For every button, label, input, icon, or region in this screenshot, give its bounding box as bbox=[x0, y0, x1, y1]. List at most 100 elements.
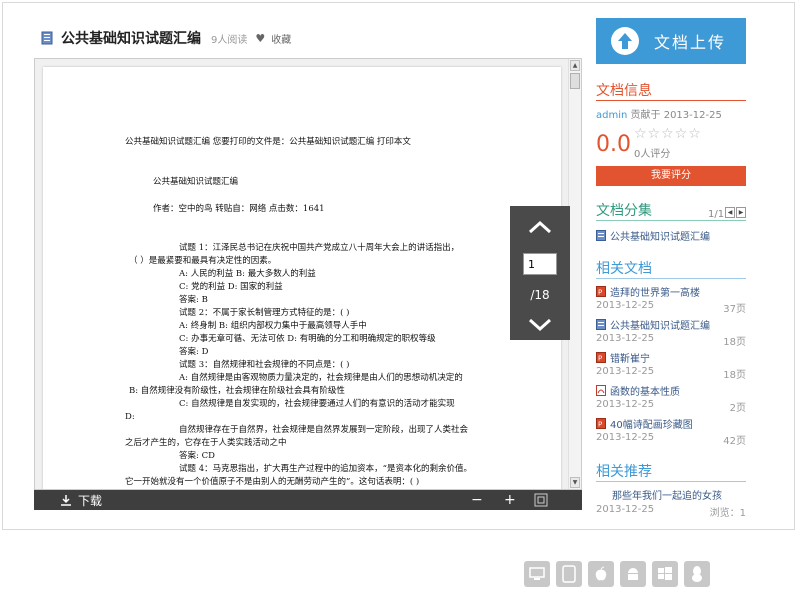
page-line: 试题 3：自然规律和社会规律的不同点是：( ) bbox=[179, 360, 350, 370]
ppt-icon: P bbox=[596, 352, 606, 363]
platform-icons bbox=[524, 561, 710, 587]
related-item[interactable]: P 造拜的世界第一高楼 bbox=[596, 284, 700, 299]
related-item-title: 错靳崔宁 bbox=[610, 354, 650, 365]
ppt-icon: P bbox=[596, 286, 606, 297]
related-item-title: 40幅诗配画珍藏图 bbox=[610, 420, 693, 431]
collection-item-label: 公共基础知识试题汇编 bbox=[610, 232, 710, 243]
page-line: C: 自然规律是自发实现的，社会规律要通过人们的有意识的活动才能实现 bbox=[179, 399, 455, 409]
zoom-in-button[interactable]: + bbox=[504, 490, 516, 510]
related-item-pages: 42页 bbox=[723, 436, 746, 447]
related-item-title: 函数的基本性质 bbox=[610, 387, 680, 398]
upload-label: 文档上传 bbox=[654, 33, 727, 52]
svg-text:P: P bbox=[598, 355, 602, 363]
page-line: 公共基础知识试题汇编 您要打印的文件是：公共基础知识试题汇编 打印本文 bbox=[125, 137, 411, 147]
page-line: A: 自然规律是由客观物质力量决定的，社会规律是由人们的思想动机决定的 bbox=[179, 373, 463, 383]
svg-text:P: P bbox=[598, 289, 602, 297]
related-item-date: 2013-12-25 bbox=[596, 333, 655, 344]
page-navigator: /18 bbox=[510, 206, 570, 340]
fullscreen-icon[interactable] bbox=[534, 493, 548, 507]
related-item-date: 2013-12-25 bbox=[596, 366, 655, 377]
document-meta: admin 贡献于 2013-12-25 bbox=[596, 106, 722, 121]
page-line: A: 人民的利益 B: 最大多数人的利益 bbox=[179, 269, 316, 279]
related-item-pages: 18页 bbox=[723, 370, 746, 381]
related-item[interactable]: 函数的基本性质 bbox=[596, 383, 680, 398]
page-line: 试题 1：江泽民总书记在庆祝中国共产党成立八十周年大会上的讲话指出， bbox=[179, 243, 460, 253]
page-line: 试题 2：不属于家长制管理方式特征的是：( ) bbox=[179, 308, 350, 318]
svg-text:P: P bbox=[598, 421, 602, 429]
scroll-thumb[interactable] bbox=[570, 73, 580, 89]
page-line: 试题 4：马克思指出，扩大再生产过程中的追加资本，“是资本化的剩余价值。 bbox=[179, 464, 472, 474]
related-item-title: 公共基础知识试题汇编 bbox=[610, 321, 710, 332]
prev-arrow-icon[interactable]: ◀ bbox=[725, 207, 735, 218]
viewer-toolbar: 下载 − + bbox=[34, 490, 582, 510]
page-line: 答案: D bbox=[179, 347, 209, 357]
apple-icon[interactable] bbox=[588, 561, 614, 587]
zoom-out-button[interactable]: − bbox=[471, 490, 483, 510]
related-item-pages: 2页 bbox=[729, 403, 746, 414]
collection-title: 文档分集 bbox=[596, 203, 652, 219]
read-count: 9人阅读 bbox=[211, 34, 248, 46]
previous-page-button[interactable] bbox=[510, 208, 570, 246]
favorite-link[interactable]: 收藏 bbox=[271, 31, 291, 46]
related-item-date: 2013-12-25 bbox=[596, 300, 655, 311]
related-item-pages: 18页 bbox=[723, 337, 746, 348]
next-arrow-icon[interactable]: ▶ bbox=[736, 207, 746, 218]
document-icon bbox=[596, 319, 606, 330]
document-page: 公共基础知识试题汇编 您要打印的文件是：公共基础知识试题汇编 打印本文 公共基础… bbox=[43, 67, 561, 489]
page-line: A: 终身制 B: 组织内部权力集中于最高领导人手中 bbox=[179, 321, 367, 331]
scroll-down-button[interactable]: ▼ bbox=[570, 477, 580, 488]
recommend-item[interactable]: 那些年我们一起追的女孩 bbox=[612, 487, 722, 502]
page-line: 之后才产生的，它存在于人类实践活动之中 bbox=[125, 438, 287, 448]
document-icon bbox=[41, 31, 53, 45]
desktop-icon[interactable] bbox=[524, 561, 550, 587]
page-number-input[interactable] bbox=[523, 253, 557, 275]
document-header: 公共基础知识试题汇编 9人阅读 ♥ 收藏 bbox=[41, 26, 291, 50]
divider bbox=[596, 481, 746, 482]
rate-button[interactable]: 我要评分 bbox=[596, 166, 746, 186]
upload-button[interactable]: 文档上传 bbox=[596, 18, 746, 64]
collection-pages: 1/1 bbox=[708, 209, 725, 220]
rating-stars[interactable]: ☆☆☆☆☆ bbox=[634, 126, 702, 142]
related-item[interactable]: P 错靳崔宁 bbox=[596, 350, 650, 365]
page-line: D: bbox=[125, 412, 135, 422]
chevron-up-icon bbox=[528, 220, 552, 234]
related-item-pages: 37页 bbox=[723, 304, 746, 315]
score-value: 0.0 bbox=[596, 132, 631, 157]
collection-item[interactable]: 公共基础知识试题汇编 bbox=[596, 228, 710, 243]
collection-nav: ◀ ▶ bbox=[725, 207, 746, 218]
page-line: C: 党的利益 D: 国家的利益 bbox=[179, 282, 283, 292]
recommend-date: 2013-12-25 bbox=[596, 504, 655, 515]
related-item-date: 2013-12-25 bbox=[596, 432, 655, 443]
chevron-down-icon bbox=[528, 318, 552, 332]
tablet-icon[interactable] bbox=[556, 561, 582, 587]
related-item-title: 造拜的世界第一高楼 bbox=[610, 288, 700, 299]
page-line: 答案: CD bbox=[179, 451, 215, 461]
heart-icon[interactable]: ♥ bbox=[255, 32, 265, 45]
page-line: 作者：空中的鸟 转贴自：网络 点击数：1641 bbox=[153, 204, 325, 214]
related-item[interactable]: 公共基础知识试题汇编 bbox=[596, 317, 710, 332]
document-viewer[interactable]: 公共基础知识试题汇编 您要打印的文件是：公共基础知识试题汇编 打印本文 公共基础… bbox=[34, 58, 582, 490]
ppt-icon: P bbox=[596, 418, 606, 429]
divider bbox=[596, 278, 746, 279]
pdf-icon bbox=[596, 385, 606, 396]
next-page-button[interactable] bbox=[510, 306, 570, 344]
recommend-item-title: 那些年我们一起追的女孩 bbox=[612, 491, 722, 502]
page-line: 它一开始就没有一个价值原子不是由别人的无酬劳动产生的”。这句话表明：( ) bbox=[125, 477, 420, 487]
download-button[interactable]: 下载 bbox=[60, 490, 102, 510]
linux-icon[interactable] bbox=[684, 561, 710, 587]
page-total: /18 bbox=[530, 288, 550, 302]
android-icon[interactable] bbox=[620, 561, 646, 587]
download-icon bbox=[61, 495, 71, 506]
related-item[interactable]: P 40幅诗配画珍藏图 bbox=[596, 416, 693, 431]
document-icon bbox=[596, 230, 606, 241]
windows-icon[interactable] bbox=[652, 561, 678, 587]
info-title: 文档信息 bbox=[596, 83, 652, 99]
divider bbox=[596, 220, 746, 221]
download-label: 下载 bbox=[78, 493, 103, 508]
recommend-views: 浏览：1 bbox=[709, 508, 746, 519]
page-line: 答案: B bbox=[179, 295, 208, 305]
author-link[interactable]: admin bbox=[596, 110, 627, 121]
scroll-up-button[interactable]: ▲ bbox=[570, 60, 580, 71]
page-line: B: 自然规律没有阶级性，社会规律在阶级社会具有阶级性 bbox=[129, 386, 345, 396]
rating-count: 0人评分 bbox=[634, 149, 671, 160]
